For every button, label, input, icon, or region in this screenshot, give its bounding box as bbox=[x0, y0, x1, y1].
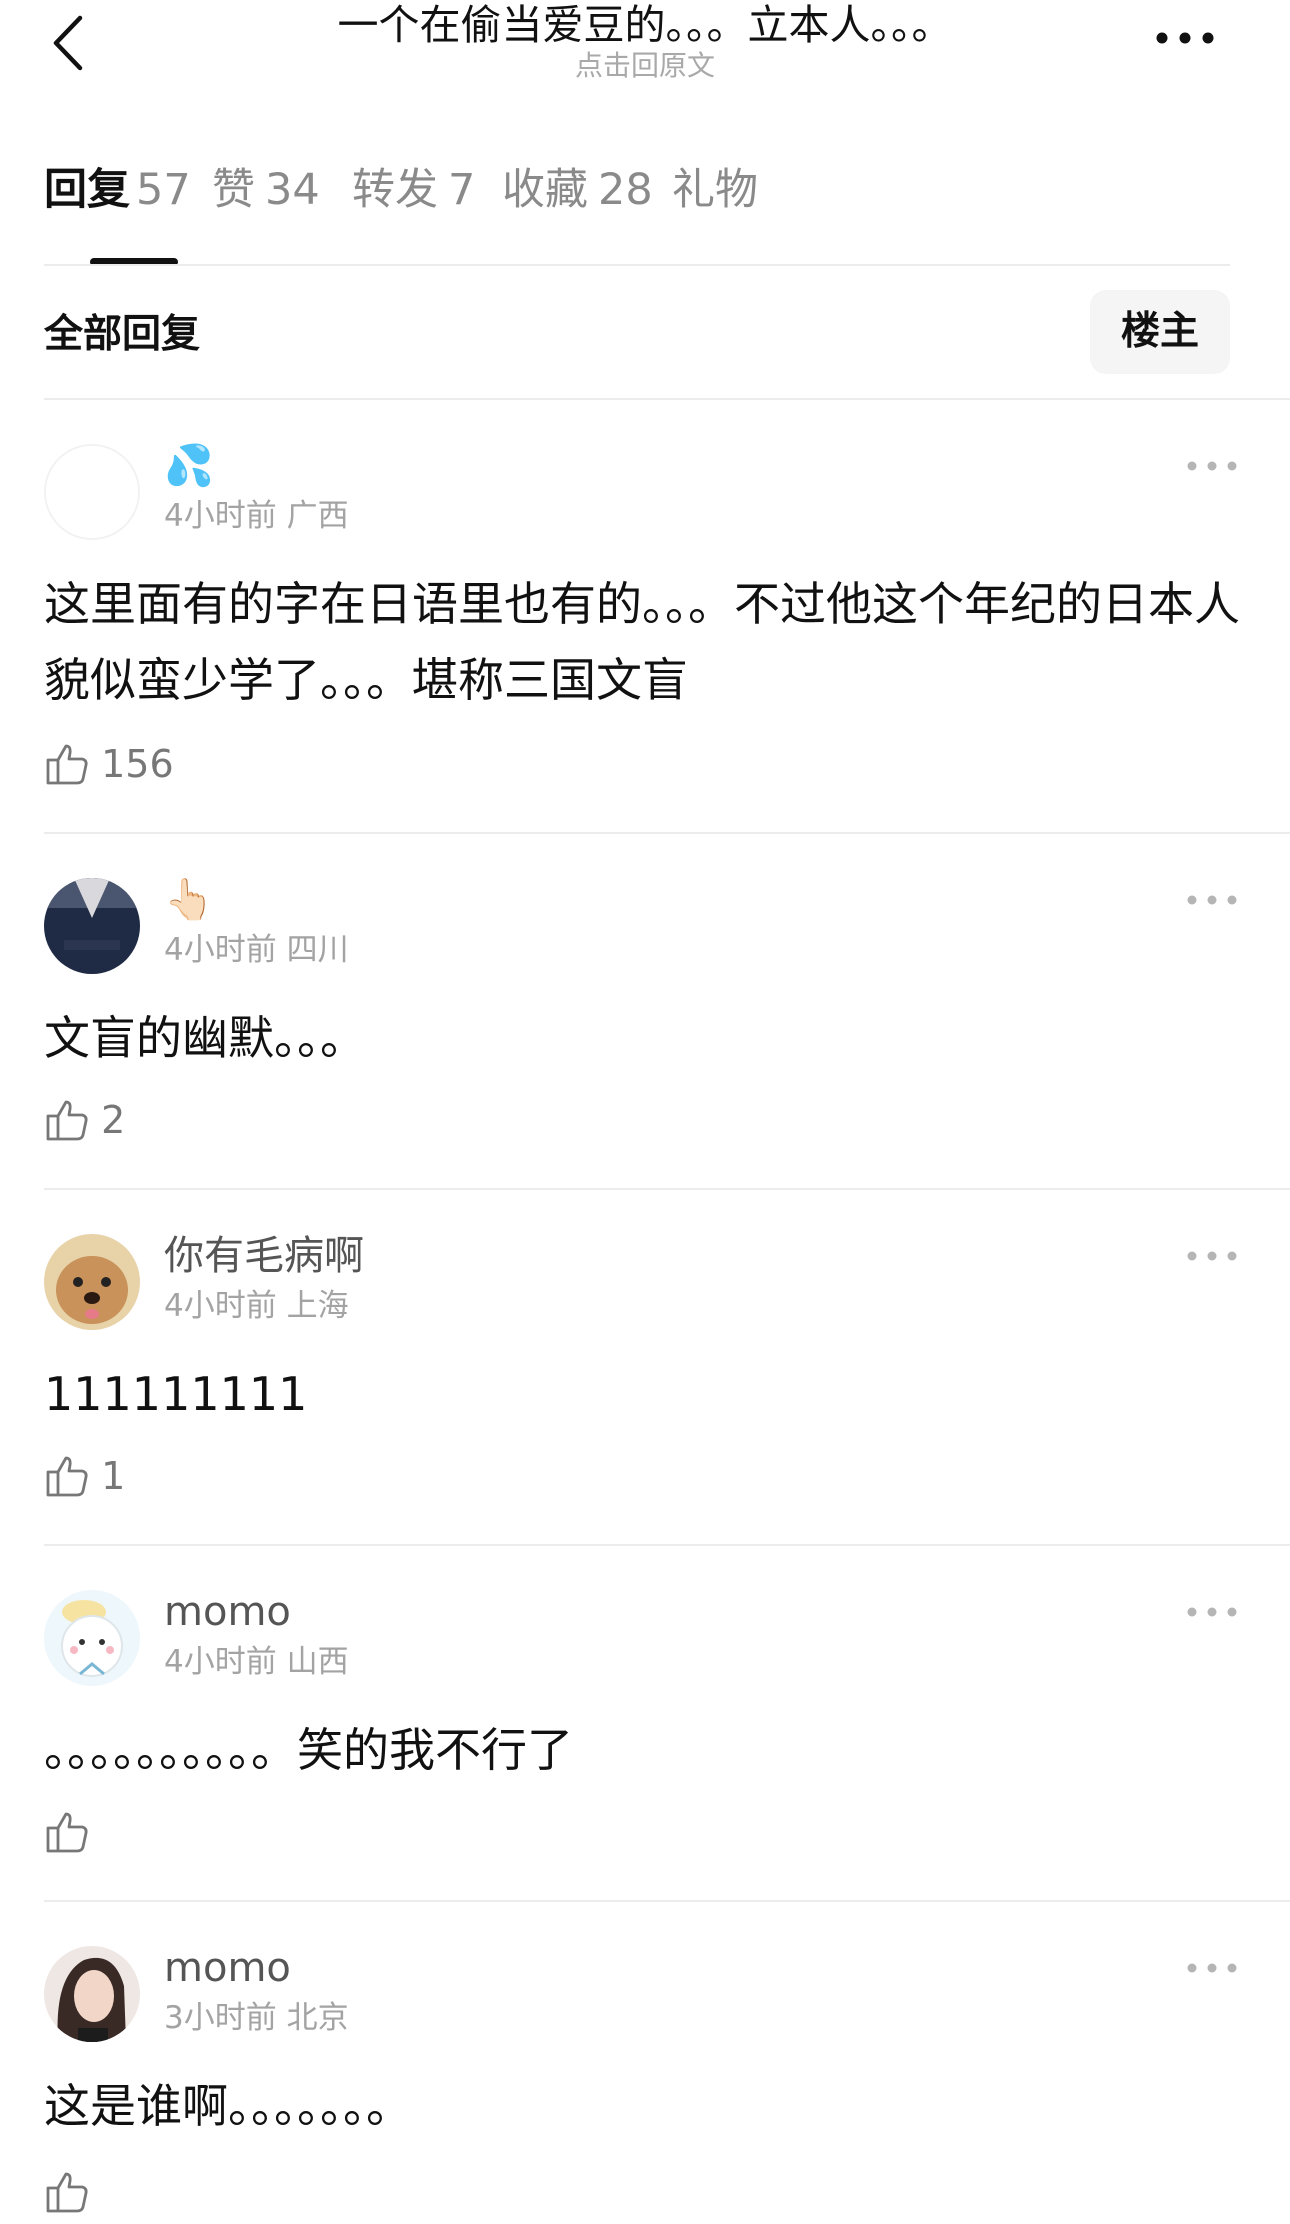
avatar-image bbox=[44, 1590, 140, 1686]
comment-text: 这里面有的字在日语里也有的。。。不过他这个年纪的日本人貌似蛮少学了。。。堪称三国… bbox=[44, 577, 1240, 707]
tab-reposts[interactable]: 转发 7 bbox=[352, 160, 475, 220]
comment-text: 。。。。。。。。。。笑的我不行了 bbox=[44, 1723, 573, 1777]
thumbs-up-icon bbox=[46, 744, 88, 785]
username[interactable]: momo bbox=[164, 1942, 291, 1994]
tab-replies[interactable]: 回复 57 bbox=[44, 160, 191, 220]
thumbs-up-icon bbox=[46, 1456, 88, 1497]
comment-more-button[interactable] bbox=[1184, 1956, 1240, 1980]
comment-meta: 4小时前 山西 bbox=[164, 1644, 349, 1680]
avatar[interactable] bbox=[44, 1234, 140, 1330]
like-button[interactable] bbox=[44, 2168, 96, 2224]
comment-more-button[interactable] bbox=[1184, 454, 1240, 478]
username[interactable]: 👆🏻 bbox=[164, 874, 214, 926]
tab-likes[interactable]: 赞 34 bbox=[212, 160, 320, 220]
comment-more-button[interactable] bbox=[1184, 1600, 1240, 1624]
username[interactable]: 你有毛病啊 bbox=[164, 1230, 364, 1282]
divider bbox=[44, 1900, 1290, 1902]
avatar-image bbox=[44, 1234, 140, 1330]
all-replies-label: 全部回复 bbox=[44, 312, 201, 357]
comment-text: 111111111 bbox=[44, 1367, 308, 1421]
divider bbox=[44, 398, 1290, 400]
divider bbox=[44, 264, 1230, 266]
divider bbox=[44, 832, 1290, 834]
comment-meta: 3小时前 北京 bbox=[164, 2000, 349, 2036]
filter-row: 全部回复 楼主 bbox=[44, 290, 1230, 390]
avatar[interactable] bbox=[44, 1946, 140, 2042]
comment-meta: 4小时前 广西 bbox=[164, 498, 349, 534]
like-button[interactable] bbox=[44, 1808, 96, 1864]
thumbs-up-icon bbox=[46, 1812, 88, 1853]
like-button[interactable]: 156 bbox=[44, 740, 174, 796]
more-options-button[interactable] bbox=[1150, 18, 1220, 58]
comment-meta: 4小时前 上海 bbox=[164, 1288, 349, 1324]
avatar-image bbox=[44, 1946, 140, 2042]
back-button[interactable] bbox=[40, 8, 100, 78]
divider bbox=[44, 1188, 1290, 1190]
avatar[interactable] bbox=[44, 878, 140, 974]
username[interactable]: 💦 bbox=[164, 440, 214, 492]
thumbs-up-icon bbox=[46, 1100, 88, 1141]
like-count: 156 bbox=[101, 742, 174, 786]
more-horizontal-icon bbox=[1187, 895, 1237, 905]
tab-gifts[interactable]: 礼物 bbox=[672, 160, 758, 220]
comment-text: 这是谁啊。。。。。。。 bbox=[44, 2079, 412, 2133]
comment-more-button[interactable] bbox=[1184, 888, 1240, 912]
like-button[interactable]: 2 bbox=[44, 1096, 125, 1152]
avatar[interactable] bbox=[44, 444, 140, 540]
comment-meta: 4小时前 四川 bbox=[164, 932, 349, 968]
more-horizontal-icon bbox=[1187, 461, 1237, 471]
more-horizontal-icon bbox=[1187, 1607, 1237, 1617]
username[interactable]: momo bbox=[164, 1586, 291, 1638]
avatar-image bbox=[44, 878, 140, 974]
comment-more-button[interactable] bbox=[1184, 1244, 1240, 1268]
op-only-button[interactable]: 楼主 bbox=[1090, 290, 1230, 374]
chevron-left-icon bbox=[53, 15, 83, 71]
like-button[interactable]: 1 bbox=[44, 1452, 125, 1508]
like-count: 2 bbox=[101, 1098, 126, 1142]
comment-text: 文盲的幽默。。。 bbox=[44, 1011, 366, 1065]
page-title: 一个在偷当爱豆的。。。立本人。。。 bbox=[337, 1, 953, 49]
title-area: 一个在偷当爱豆的。。。立本人。。。 点击回原文 bbox=[240, 0, 1050, 84]
more-horizontal-icon bbox=[1187, 1963, 1237, 1973]
more-horizontal-icon bbox=[1187, 1251, 1237, 1261]
divider bbox=[44, 1544, 1290, 1546]
tab-favorites[interactable]: 收藏 28 bbox=[502, 160, 653, 220]
top-bar: 一个在偷当爱豆的。。。立本人。。。 点击回原文 bbox=[0, 0, 1290, 110]
more-horizontal-icon bbox=[1156, 32, 1214, 44]
view-original-link[interactable]: 点击回原文 bbox=[240, 48, 1050, 84]
like-count: 1 bbox=[101, 1454, 126, 1498]
avatar-image bbox=[46, 446, 138, 538]
avatar[interactable] bbox=[44, 1590, 140, 1686]
thumbs-up-icon bbox=[46, 2172, 88, 2213]
